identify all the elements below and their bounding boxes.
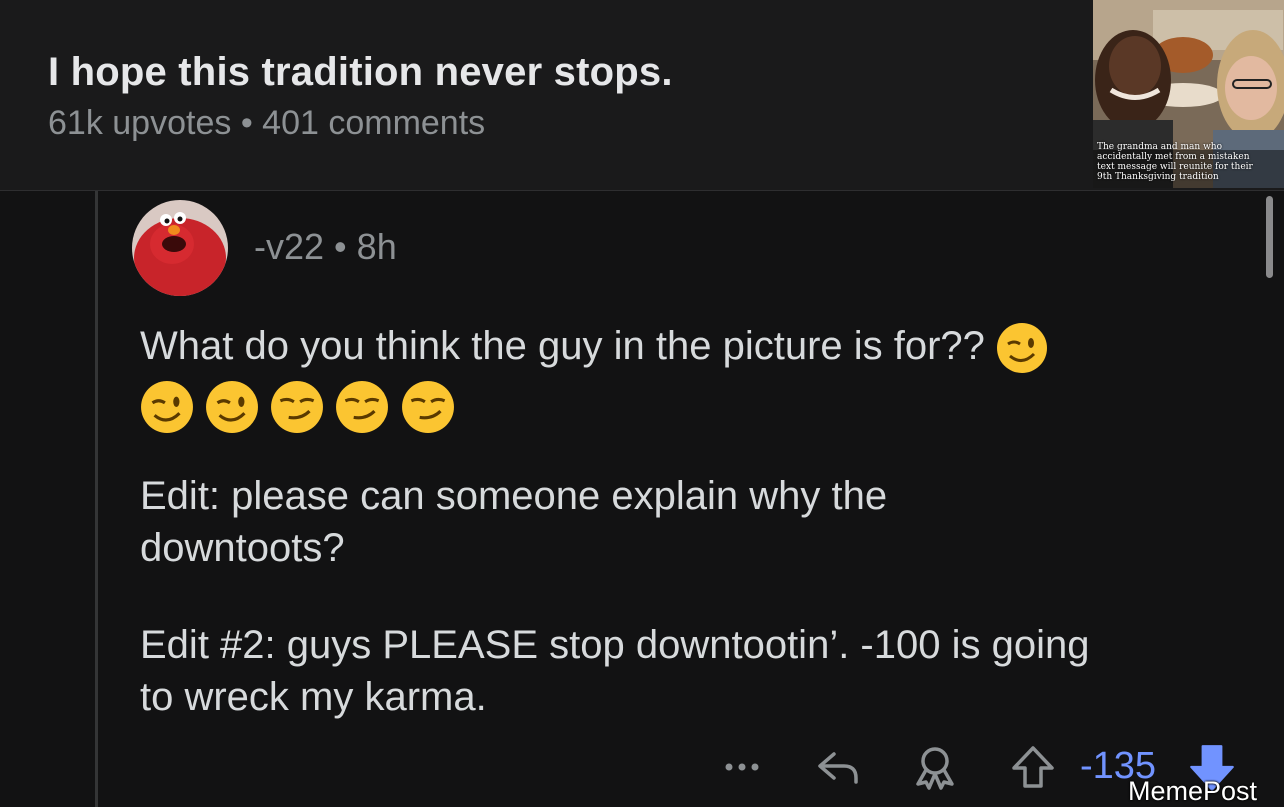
- winking-face-icon: [141, 380, 193, 433]
- more-dots-icon: [725, 763, 759, 771]
- comment-username[interactable]: -v22: [254, 226, 324, 267]
- upvote-icon: [1012, 746, 1054, 788]
- meta-separator: •: [240, 104, 253, 142]
- upvote-count: 61k upvotes: [48, 104, 232, 142]
- avatar[interactable]: [132, 200, 228, 296]
- thread-line[interactable]: [95, 191, 98, 807]
- edit-1-line-1: Edit: please can someone explain why the: [140, 474, 888, 518]
- post-title[interactable]: I hope this tradition never stops.: [48, 50, 673, 95]
- elmo-avatar-icon: [132, 200, 228, 296]
- edit-2-line-2: to wreck my karma.: [140, 675, 487, 719]
- post-header[interactable]: I hope this tradition never stops. 61k u…: [0, 0, 1284, 191]
- comment-edit-1: Edit: please can someone explain why the…: [140, 470, 1240, 574]
- comment-text: What do you think the guy in the picture…: [140, 324, 985, 368]
- winking-face-icon: [206, 380, 259, 433]
- reply-icon: [818, 752, 858, 784]
- comment-meta: -v22 • 8h: [254, 226, 397, 268]
- comment-body: What do you think the guy in the picture…: [140, 320, 1240, 434]
- comment-line-1: What do you think the guy in the picture…: [140, 320, 1240, 374]
- post-thumbnail[interactable]: The grandma and man who accidentally met…: [1093, 0, 1284, 188]
- smirking-face-icon: [336, 380, 389, 433]
- comment-edit-2: Edit #2: guys PLEASE stop downtootin’. -…: [140, 619, 1240, 723]
- emoji-row: [140, 378, 1240, 433]
- comment-count[interactable]: 401 comments: [262, 104, 485, 142]
- reply-button[interactable]: [814, 742, 864, 792]
- smirking-face-icon: [401, 380, 454, 433]
- scrollbar[interactable]: [1266, 196, 1273, 278]
- edit-1-line-2: downtoots?: [140, 526, 345, 570]
- comment-age: 8h: [356, 226, 397, 267]
- upvote-button[interactable]: [1008, 742, 1058, 792]
- smirking-face-icon: [271, 380, 324, 433]
- edit-2-line-1: Edit #2: guys PLEASE stop downtootin’. -…: [140, 623, 1090, 667]
- comment-meta-separator: •: [334, 226, 347, 267]
- thumbnail-caption: The grandma and man who accidentally met…: [1097, 142, 1253, 182]
- award-icon: [916, 747, 954, 790]
- watermark: MemePost: [1128, 776, 1258, 806]
- more-options-button[interactable]: [722, 742, 764, 792]
- winking-face-icon: [997, 323, 1048, 374]
- award-button[interactable]: [910, 742, 960, 792]
- post-meta: 61k upvotes • 401 comments: [48, 104, 485, 143]
